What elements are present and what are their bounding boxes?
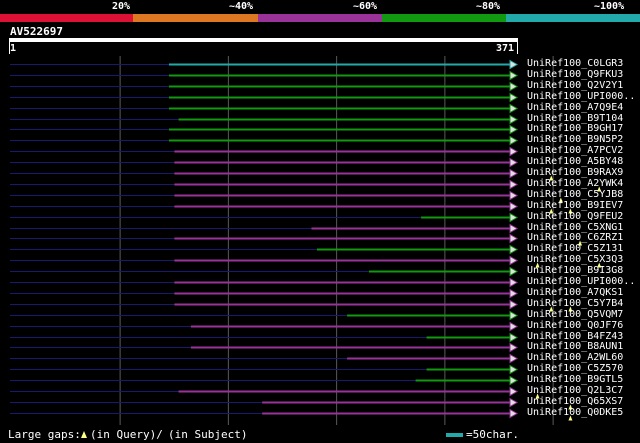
hit-end-arrow (509, 244, 519, 255)
hit-end-arrow (509, 124, 519, 135)
hit-end-arrow (509, 255, 519, 266)
hit-end-arrow (509, 288, 519, 299)
hit-end-arrow (509, 342, 519, 353)
hit-end-arrow (509, 310, 519, 321)
blast-graphic: 20% ~40% ~60% ~80% ~100% AV522697 1 371 … (0, 0, 640, 443)
hit-end-arrow (509, 408, 519, 419)
query-gap-icon (81, 431, 87, 438)
hit-end-arrow (509, 59, 519, 70)
hit-end-arrow (509, 114, 519, 125)
hit-end-arrow (509, 92, 519, 103)
hit-end-arrow (509, 266, 519, 277)
hit-end-arrow (509, 201, 519, 212)
hit-end-arrow (509, 233, 519, 244)
hit-end-arrow (509, 81, 519, 92)
hit-end-arrow (509, 375, 519, 386)
footer-in-subject: (in Subject) (168, 428, 248, 441)
hit-end-arrow (509, 135, 519, 146)
hit-end-arrow (509, 332, 519, 343)
hit-end-arrow (509, 179, 519, 190)
hit-end-arrow (509, 364, 519, 375)
footer-in-query: (in Query)/ (90, 428, 163, 441)
hit-end-arrow (509, 190, 519, 201)
hit-end-arrow (509, 386, 519, 397)
hit-label[interactable]: UniRef100_Q0DKE5 (527, 407, 623, 419)
hit-end-arrow (509, 277, 519, 288)
hit-end-arrow (509, 146, 519, 157)
hit-end-arrow (509, 321, 519, 332)
footer-large-gaps: Large gaps: (8, 428, 81, 441)
hit-end-arrow (509, 70, 519, 81)
hit-end-arrow (509, 353, 519, 364)
hit-end-arrow (509, 157, 519, 168)
hit-end-arrow (509, 168, 519, 179)
hit-end-arrow (509, 299, 519, 310)
scale-bar (446, 433, 463, 437)
hit-end-arrow (509, 212, 519, 223)
hit-end-arrow (509, 103, 519, 114)
hit-end-arrow (509, 223, 519, 234)
hit-end-arrow (509, 397, 519, 408)
footer-scale-label: =50char. (466, 428, 519, 441)
